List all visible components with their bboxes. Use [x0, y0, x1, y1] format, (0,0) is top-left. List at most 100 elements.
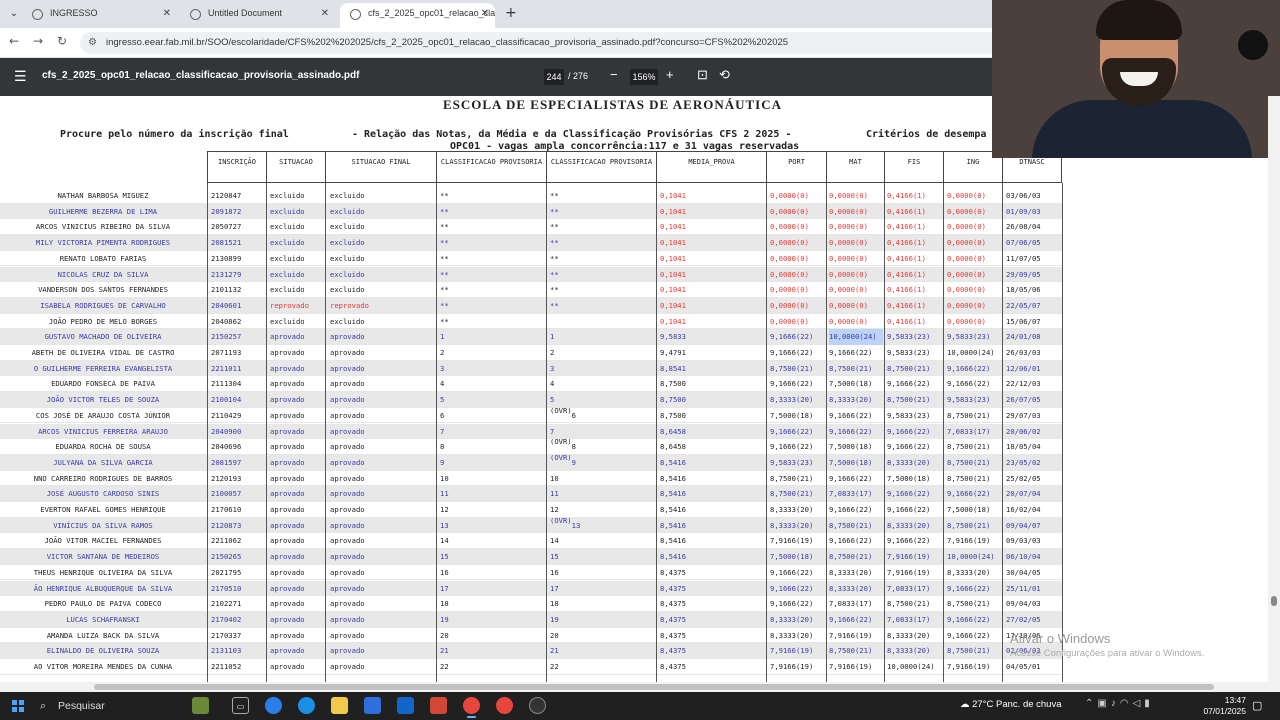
reload-icon[interactable]: ↻	[57, 34, 67, 48]
zoom-out-icon[interactable]: −	[610, 67, 618, 82]
weather-widget[interactable]: ☁ 27°C Panc. de chuva	[960, 699, 1062, 710]
cell-dn: 11/07/05	[1006, 253, 1041, 263]
chevron-up-icon[interactable]: ⌃	[1085, 698, 1097, 709]
cell-sit: aprovado	[270, 395, 305, 405]
windows-start-icon[interactable]	[12, 700, 24, 712]
close-tab-icon[interactable]: ✕	[481, 3, 489, 24]
mic-icon[interactable]: ♪	[1111, 698, 1120, 709]
cell-name: LUCAS SCHAFRANSKI	[66, 614, 140, 624]
cell-media: 8,7500	[660, 395, 686, 405]
cell-ing: 7,9166(19)	[947, 536, 991, 546]
cell-insc: 2120193	[211, 473, 242, 483]
zoom-in-icon[interactable]: +	[666, 67, 674, 82]
cell-ing: 7,9166(19)	[947, 662, 991, 671]
cell-c2: **	[550, 222, 559, 232]
site-info-icon[interactable]: ⚙	[88, 32, 97, 54]
task-view-icon[interactable]: ▭	[232, 697, 249, 714]
taskbar-search[interactable]: ⌕ Pesquisar	[36, 696, 216, 716]
battery-icon[interactable]: ▮	[1144, 698, 1154, 709]
copilot-icon[interactable]	[265, 697, 282, 714]
chrome-icon[interactable]	[463, 697, 480, 718]
tray-apps-icon[interactable]: ▣	[1097, 698, 1110, 709]
cell-ing: 8,7500(21)	[947, 646, 991, 656]
new-tab-button[interactable]: +	[505, 5, 517, 21]
tab-search-button[interactable]: ⌄	[4, 4, 24, 24]
cell-fis: 8,3333(20)	[887, 646, 931, 656]
vertical-scroll-thumb[interactable]	[1271, 596, 1277, 606]
close-tab-icon[interactable]: ✕	[321, 3, 329, 24]
cell-ing: 7,5000(18)	[947, 505, 991, 514]
cell-mat: 8,7500(21)	[829, 520, 873, 530]
system-tray[interactable]: ⌃▣♪◠◁▮	[1085, 698, 1154, 709]
cell-name: EDUARDO FONSECA DE PAIVA	[51, 379, 155, 389]
cell-port: 9,1666(22)	[770, 426, 814, 436]
back-icon[interactable]: ←	[9, 34, 19, 48]
webcam-person-hair	[1096, 0, 1182, 40]
cell-dn: 03/06/03	[1006, 191, 1041, 200]
cell-ing: 0,0000(0)	[947, 206, 986, 216]
tab-ingresso[interactable]: INGRESSO ✕	[22, 3, 177, 28]
cell-insc: 2150257	[211, 332, 242, 342]
zoom-level-input[interactable]: 156%	[630, 69, 658, 85]
forward-icon[interactable]: →	[33, 34, 43, 48]
cell-c1: 14	[440, 536, 449, 546]
cell-port: 8,3333(20)	[770, 630, 814, 640]
fit-page-icon[interactable]: ⊡	[697, 67, 708, 83]
horizontal-scroll-thumb[interactable]	[94, 684, 1214, 690]
cell-c2	[550, 314, 655, 330]
cell-media: 0,1041	[660, 191, 686, 200]
cell-name: ARCOS VINICIUS RIBEIRO DA SILVA	[35, 222, 171, 232]
cell-fis: 7,0833(17)	[887, 583, 931, 593]
cell-c2: 20	[550, 630, 559, 640]
table-row: GUILHERME BEZERRA DE LIMA 2091872 excluido…	[0, 203, 1062, 220]
cell-ing: 9,1666(22)	[947, 583, 991, 593]
file-explorer-icon[interactable]	[331, 697, 348, 714]
close-tab-icon[interactable]: ✕	[163, 3, 171, 24]
cell-sitf: excluido	[330, 222, 365, 232]
tab-untitled-document[interactable]: Untitled Document ✕	[180, 3, 335, 28]
taskbar: ⌕ Pesquisar ▭ ☁ 27°C Panc. de chuva ⌃▣♪◠…	[0, 692, 1280, 720]
chrome-icon-2[interactable]	[496, 697, 513, 714]
cell-sitf: excluido	[330, 285, 365, 295]
store-icon[interactable]	[364, 697, 381, 714]
edge-icon[interactable]	[298, 697, 315, 714]
cell-c1: **	[440, 238, 449, 248]
wifi-icon[interactable]: ◠	[1120, 698, 1133, 709]
volume-icon[interactable]: ◁	[1133, 698, 1145, 709]
rotate-icon[interactable]: ⟲	[719, 67, 730, 83]
cell-c2: 11	[550, 489, 559, 499]
outlook-icon[interactable]	[397, 697, 414, 714]
cell-sit: aprovado	[270, 505, 305, 514]
cell-c1: **	[440, 206, 449, 216]
table-row: EDUARDO FONSECA DE PAIVA 2111304 aprovado a…	[0, 376, 1062, 393]
table-row: EDUARDA ROCHA DE SOUSA 2040696 aprovado apr…	[0, 439, 1062, 455]
cell-name: NNO CARREIRO RODRIGUES DE BARROS	[33, 473, 173, 483]
cell-sit: aprovado	[270, 614, 305, 624]
recorder-icon[interactable]	[529, 697, 546, 714]
cell-media: 8,4375	[660, 599, 686, 609]
cell-mat: 0,0000(0)	[829, 269, 868, 279]
app-icon[interactable]	[430, 697, 447, 714]
tab-pdf[interactable]: cfs_2_2025_opc01_relacao_clas ✕	[340, 3, 495, 28]
cell-name: ISABELA RODRIGUES DE CARVALHO	[40, 300, 166, 310]
search-highlight-icon[interactable]	[192, 697, 209, 714]
vertical-scrollbar[interactable]	[1268, 96, 1280, 682]
menu-icon[interactable]: ☰	[14, 68, 27, 85]
screen: { "browser": { "tabs": [ {"title": "INGR…	[0, 0, 1280, 720]
address-bar[interactable]: ⚙ ingresso.eear.fab.mil.br/SOO/escolarid…	[80, 32, 1000, 54]
table-column-divider	[884, 183, 885, 682]
cell-sit: aprovado	[270, 332, 305, 342]
cell-fis: 8,3333(20)	[887, 520, 931, 530]
cell-insc: 2071193	[211, 348, 242, 357]
cell-c1: 10	[440, 473, 449, 483]
notification-icon[interactable]: ▢	[1252, 699, 1262, 712]
page-number-input[interactable]: 244	[544, 69, 564, 85]
cell-insc: 2100104	[211, 395, 242, 405]
cell-port: 0,0000(0)	[770, 269, 809, 279]
cell-sit: aprovado	[270, 348, 305, 357]
cell-fis: 9,1666(22)	[887, 489, 931, 499]
cell-ing: 0,0000(0)	[947, 238, 986, 248]
clock[interactable]: 13:47 07/01/2025	[1200, 695, 1246, 717]
cell-fis: 0,4166(1)	[887, 253, 926, 263]
horizontal-scrollbar[interactable]	[0, 682, 1280, 692]
